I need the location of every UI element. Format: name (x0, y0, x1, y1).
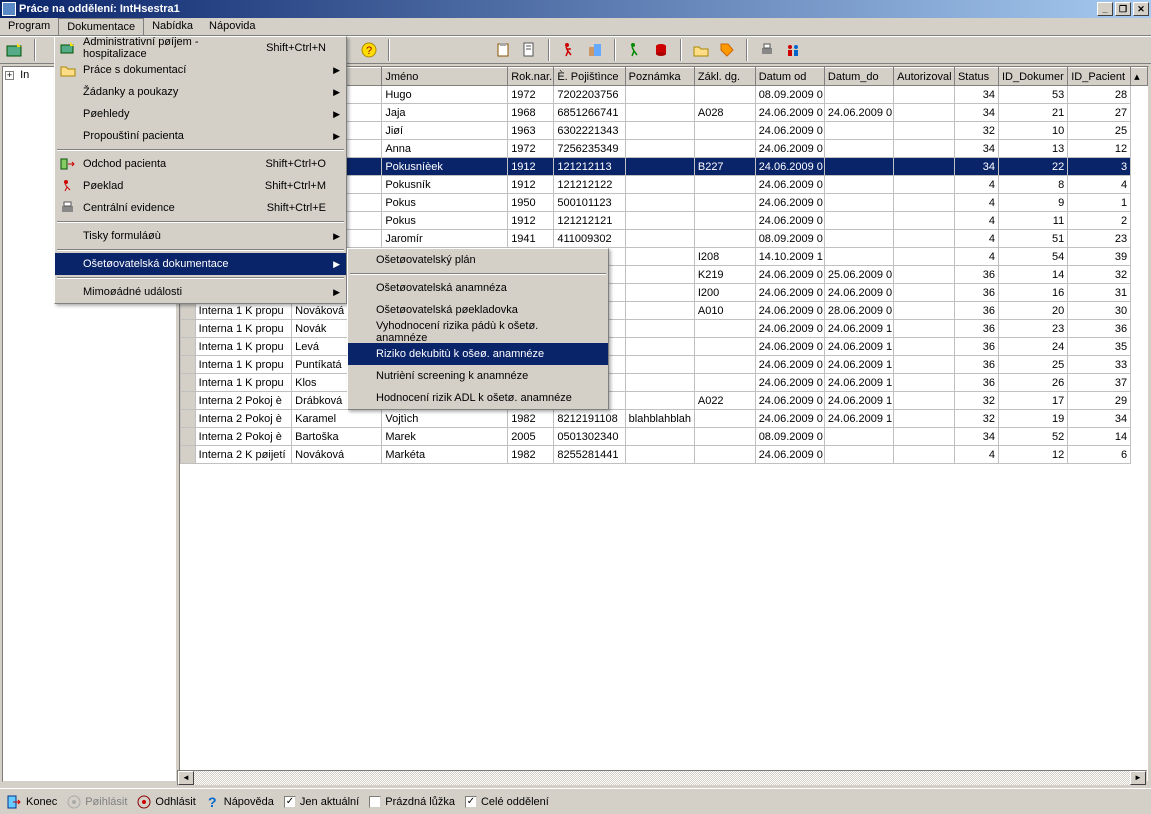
tool-walk-red-icon[interactable] (558, 39, 580, 61)
menu-mimoradne[interactable]: Mimoøádné události▶ (55, 281, 346, 303)
walk-icon (59, 177, 77, 195)
menu-osetrovatelska[interactable]: Ošetøovatelská dokumentace▶ (55, 253, 346, 275)
scroll-right-button[interactable]: ► (1130, 771, 1146, 785)
table-row[interactable]: Interna 1 K propuNovákováA01024.06.2009 … (181, 302, 1148, 320)
tool-db-icon[interactable] (650, 39, 672, 61)
horizontal-scrollbar[interactable]: ◄ ► (177, 770, 1147, 786)
menu-propousteni[interactable]: Propouštìní pacienta▶ (55, 125, 346, 147)
tool-clipboard-icon[interactable] (492, 39, 514, 61)
menu-tisky[interactable]: Tisky formuláøù▶ (55, 225, 346, 247)
app-icon (2, 2, 16, 16)
submenu-prekladovka[interactable]: Ošetøovatelská pøekladovka (348, 299, 608, 321)
status-napoveda[interactable]: ? Nápověda (206, 795, 274, 809)
status-konec[interactable]: Konec (6, 794, 57, 810)
target-red-icon (137, 795, 151, 809)
titlebar: Práce na oddělení: IntHsestra1 _ ❐ ✕ (0, 0, 1151, 18)
menu-centralni[interactable]: Centrální evidence Shift+Ctrl+E (55, 197, 346, 219)
col-aut[interactable]: Autorizoval (894, 68, 955, 86)
exit-icon (59, 155, 77, 173)
tool-people-icon[interactable] (782, 39, 804, 61)
question-icon: ? (206, 795, 220, 809)
menu-prehledy[interactable]: Pøehledy▶ (55, 103, 346, 125)
col-od[interactable]: Datum od (755, 68, 824, 86)
maximize-button[interactable]: ❐ (1115, 2, 1131, 16)
col-idd[interactable]: ID_Dokumer (999, 68, 1068, 86)
menu-program[interactable]: Program (0, 18, 58, 35)
tree-label: In (20, 69, 29, 81)
folder-icon (59, 61, 77, 79)
col-jmeno[interactable]: Jméno (382, 68, 508, 86)
dropdown-osetrovatelska-sub: Ošetøovatelský plán Ošetøovatelská anamn… (347, 248, 609, 410)
table-row[interactable]: Interna 1 K propuNovák24.06.2009 024.06.… (181, 320, 1148, 338)
window-title: Práce na oddělení: IntHsestra1 (19, 3, 180, 15)
menu-nabidka[interactable]: Nabídka (144, 18, 201, 35)
menu-preklad[interactable]: Pøeklad Shift+Ctrl+M (55, 175, 346, 197)
col-idp[interactable]: ID_Pacient (1068, 68, 1131, 86)
close-button[interactable]: ✕ (1133, 2, 1149, 16)
dropdown-dokumentace: Administrativní pøíjem - hospitalizace S… (54, 36, 347, 304)
print-icon (59, 199, 77, 217)
table-row[interactable]: Interna 2 Pokoj èDrábkováA02224.06.2009 … (181, 392, 1148, 410)
menu-dokumentace[interactable]: Dokumentace (58, 18, 144, 35)
tool-building-icon[interactable] (584, 39, 606, 61)
menu-napoveda[interactable]: Nápovida (201, 18, 263, 35)
exit-door-icon (6, 794, 22, 810)
status-odhlasit[interactable]: Odhlásit (137, 795, 195, 809)
col-do[interactable]: Datum_do (824, 68, 893, 86)
tool-tag-icon[interactable] (716, 39, 738, 61)
table-row[interactable]: Interna 1 K propuKlos24.06.2009 024.06.2… (181, 374, 1148, 392)
checkbox-checked-icon[interactable]: ✓ (465, 796, 477, 808)
tool-folder-open-icon[interactable] (690, 39, 712, 61)
check-cele[interactable]: ✓ Celé oddělení (465, 796, 549, 808)
tool-help-icon[interactable]: ? (358, 39, 380, 61)
expand-icon[interactable]: + (5, 71, 14, 80)
col-dg[interactable]: Zákl. dg. (694, 68, 755, 86)
submenu-vyhodnoceni[interactable]: Vyhodnocení rizika pádù k ošetø. anamnéz… (348, 321, 608, 343)
menubar: Program Dokumentace Nabídka Nápovida (0, 18, 1151, 36)
tool-doc-icon[interactable] (518, 39, 540, 61)
tool-print-icon[interactable] (756, 39, 778, 61)
table-row[interactable]: Interna 2 Pokoj èBartoškaMarek2005050130… (181, 428, 1148, 446)
table-row[interactable]: Interna 1 K propuPuntíkatá24.06.2009 024… (181, 356, 1148, 374)
col-rok[interactable]: Rok.nar. (508, 68, 554, 86)
menu-prace-dokumentaci[interactable]: Práce s dokumentací▶ (55, 59, 346, 81)
table-row[interactable]: Interna 2 Pokoj èKaramelVojtìch198282121… (181, 410, 1148, 428)
submenu-riziko[interactable]: Riziko dekubitù k ošeø. anamnéze (348, 343, 608, 365)
col-st[interactable]: Status (954, 68, 998, 86)
menu-zadanky[interactable]: Žádanky a poukazy▶ (55, 81, 346, 103)
submenu-plan[interactable]: Ošetøovatelský plán (348, 249, 608, 271)
col-cp[interactable]: È. Pojištìnce (554, 68, 625, 86)
table-row[interactable]: Interna 2 K pøijetíNovákováMarkéta198282… (181, 446, 1148, 464)
minimize-button[interactable]: _ (1097, 2, 1113, 16)
col-scroll[interactable]: ▴ (1131, 68, 1148, 86)
tool-new-icon[interactable] (4, 39, 26, 61)
menu-odchod[interactable]: Odchod pacienta Shift+Ctrl+O (55, 153, 346, 175)
check-prazdna[interactable]: Prázdná lůžka (369, 796, 455, 808)
col-poz[interactable]: Poznámka (625, 68, 694, 86)
check-jen-aktualni[interactable]: ✓ Jen aktuální (284, 796, 359, 808)
tool-walk-green-icon[interactable] (624, 39, 646, 61)
statusbar: Konec Pøihlásit Odhlásit ? Nápověda ✓ Je… (0, 788, 1151, 814)
new-patient-icon (59, 39, 77, 57)
menu-admin-prijem[interactable]: Administrativní pøíjem - hospitalizace S… (55, 37, 346, 59)
status-prihlasit: Pøihlásit (67, 795, 127, 809)
svg-text:?: ? (366, 45, 372, 57)
checkbox-unchecked-icon[interactable] (369, 796, 381, 808)
submenu-hodnoceni[interactable]: Hodnocení rizik ADL k ošetø. anamnéze (348, 387, 608, 409)
scroll-left-button[interactable]: ◄ (178, 771, 194, 785)
checkbox-checked-icon[interactable]: ✓ (284, 796, 296, 808)
submenu-nutricni[interactable]: Nutrièní screening k anamnéze (348, 365, 608, 387)
submenu-anamneza[interactable]: Ošetøovatelská anamnéza (348, 277, 608, 299)
target-grey-icon (67, 795, 81, 809)
table-row[interactable]: Interna 1 K propuLevá24.06.2009 024.06.2… (181, 338, 1148, 356)
svg-text:?: ? (208, 795, 217, 809)
